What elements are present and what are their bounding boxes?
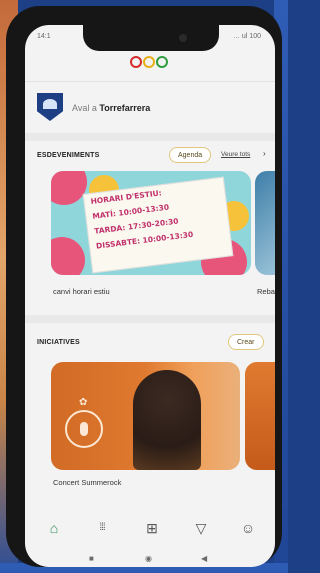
system-nav-bar: ■ ◉ ◀ (25, 552, 275, 567)
home-icon[interactable]: ⌂ (43, 517, 65, 539)
town-shield-icon (37, 93, 63, 121)
grid-icon[interactable]: ⁞⁞⁞ (91, 517, 113, 539)
watermelon-decoration (51, 171, 87, 205)
initiative-card-image[interactable] (245, 362, 275, 470)
initiative-card-image[interactable]: ✿ (51, 362, 240, 470)
town-prefix: Aval a (72, 103, 97, 113)
summerock-badge-icon (65, 410, 103, 448)
logo-ring-red (130, 56, 142, 68)
send-icon[interactable]: ▽ (190, 517, 212, 539)
performer-figure (133, 370, 201, 470)
events-title: ESDEVENIMENTS (37, 152, 100, 159)
chevron-right-icon[interactable]: › (263, 149, 266, 158)
initiatives-title: INICIATIVES (37, 339, 80, 346)
event-card-caption[interactable]: Reba (257, 287, 275, 296)
add-icon[interactable]: ⊞ (141, 517, 163, 539)
home-nav-icon[interactable]: ◉ (145, 554, 152, 563)
event-card-caption[interactable]: canvi horari estiu (53, 287, 110, 296)
town-name: Torrefarrera (99, 103, 151, 113)
section-divider (25, 133, 275, 141)
section-divider (25, 315, 275, 323)
logo-ring-green (156, 56, 168, 68)
front-camera (179, 34, 187, 42)
watermelon-decoration (51, 237, 85, 275)
town-selector[interactable]: Aval a Torrefarrera (37, 93, 267, 123)
phone-notch (83, 25, 219, 51)
event-card-image[interactable]: HORARI D'ESTIU: MATÍ: 10:00-13:30 TARDA:… (51, 171, 251, 275)
sprout-icon: ✿ (79, 397, 88, 408)
status-time: 14:1 (37, 33, 51, 40)
app-screen: 14:1 … ul 100 Aval a Torrefarrera ESDEVE… (25, 25, 275, 567)
event-card-image[interactable] (255, 171, 275, 275)
create-button[interactable]: Crear (228, 334, 264, 350)
bottom-tab-bar: ⌂ ⁞⁞⁞ ⊞ ▽ ☺ (25, 511, 275, 547)
town-label: Aval a Torrefarrera (72, 103, 150, 113)
header-divider (25, 81, 275, 82)
recents-icon[interactable]: ■ (89, 554, 94, 563)
back-icon[interactable]: ◀ (201, 554, 207, 563)
see-all-link[interactable]: Veure tots (221, 151, 250, 158)
agenda-button[interactable]: Agenda (169, 147, 212, 163)
initiative-card-caption[interactable]: Concert Summerock (53, 478, 121, 487)
phone-frame: 14:1 … ul 100 Aval a Torrefarrera ESDEVE… (6, 6, 282, 567)
app-logo[interactable] (130, 56, 170, 70)
logo-ring-yellow (143, 56, 155, 68)
status-indicators: … ul 100 (232, 33, 261, 40)
profile-icon[interactable]: ☺ (237, 517, 259, 539)
